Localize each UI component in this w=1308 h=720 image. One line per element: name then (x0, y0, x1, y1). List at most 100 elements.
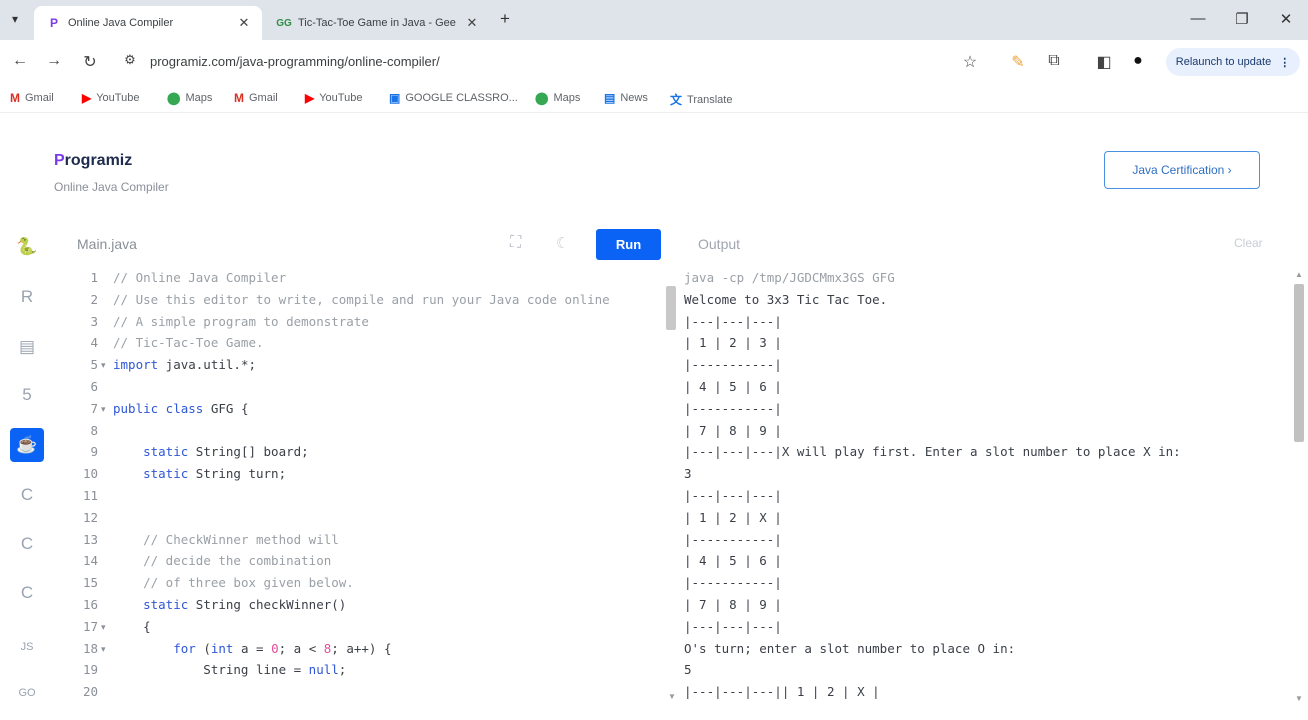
code-line[interactable]: // CheckWinner method will (113, 532, 339, 547)
browser-toolbar: ← → ↻ ⚙ programiz.com/java-programming/o… (0, 40, 1308, 84)
editor-scroll-down-icon[interactable]: ▼ (668, 692, 676, 701)
relaunch-label: Relaunch to update (1175, 56, 1272, 68)
relaunch-button[interactable]: Relaunch to update ⋮ (1166, 48, 1300, 76)
code-line[interactable]: // Use this editor to write, compile and… (113, 292, 610, 307)
html5-icon[interactable]: 5 (10, 378, 44, 412)
tab-strip: ▾ P Online Java Compiler ✕ GG Tic-Tac-To… (0, 0, 1308, 40)
output-scrollbar[interactable] (1294, 284, 1304, 442)
code-line[interactable]: String line = null; (113, 662, 346, 677)
output-line: java -cp /tmp/JGDCMmx3GS GFG (684, 270, 895, 285)
tab-tic-tac-toe[interactable]: GG Tic-Tac-Toe Game in Java - Gee ✕ (264, 6, 490, 40)
site-info-icon[interactable]: ⚙ (120, 52, 140, 68)
code-token: static (143, 444, 189, 460)
code-token: ; (338, 662, 347, 678)
code-line[interactable]: // of three box given below. (113, 575, 354, 590)
r-icon[interactable]: R (10, 280, 44, 314)
extensions-puzzle-icon[interactable]: ⧉ (1044, 52, 1064, 70)
close-window-icon[interactable]: ✕ (1276, 10, 1296, 28)
youtube-icon: ▶ (305, 91, 315, 105)
code-token: static (143, 597, 189, 612)
fold-toggle-icon[interactable]: ▾ (101, 404, 106, 415)
code-line[interactable]: { (113, 619, 151, 634)
code-line[interactable]: // Online Java Compiler (113, 270, 286, 285)
compiler-subtitle: Online Java Compiler (54, 180, 169, 194)
line-number: 7 (90, 400, 98, 416)
back-icon[interactable]: ← (10, 52, 30, 70)
output-scroll-up-icon[interactable]: ▲ (1295, 270, 1303, 279)
bookmark-classroom[interactable]: ▣ GOOGLE CLASSRO... (389, 91, 518, 105)
output-scroll-down-icon[interactable]: ▼ (1295, 694, 1303, 703)
bookmark-translate[interactable]: 文 Translate (670, 91, 732, 108)
bookmark-label: Translate (687, 93, 733, 106)
line-number: 9 (90, 444, 98, 460)
profile-avatar[interactable]: ● (1128, 52, 1148, 70)
code-line[interactable]: // decide the combination (113, 553, 331, 568)
news-icon: ▤ (604, 91, 616, 105)
javascript-icon[interactable]: JS (10, 630, 44, 664)
bookmark-maps[interactable]: ⬤ Maps (167, 91, 212, 105)
output-line: 3 (684, 466, 692, 482)
fold-toggle-icon[interactable]: ▾ (101, 644, 106, 655)
tab-online-java-compiler[interactable]: P Online Java Compiler ✕ (34, 6, 262, 40)
code-token: public class (113, 400, 204, 416)
close-tab-icon[interactable]: ✕ (464, 15, 480, 31)
bookmark-youtube[interactable]: ▶ YouTube (305, 91, 362, 105)
bookmark-news[interactable]: ▤ News (604, 91, 648, 105)
code-line[interactable]: static String turn; (113, 466, 286, 481)
line-number: 14 (82, 553, 98, 569)
code-line[interactable]: static String[] board; (113, 444, 309, 459)
code-line[interactable]: static String checkWinner() (113, 597, 346, 612)
bookmark-label: YouTube (319, 92, 363, 104)
python-icon[interactable]: 🐍 (10, 230, 44, 264)
cpp-icon[interactable]: C (10, 527, 44, 561)
code-token: // decide the combination (143, 553, 332, 569)
code-line[interactable]: import java.util.*; (113, 357, 256, 372)
fold-toggle-icon[interactable]: ▾ (101, 360, 106, 371)
line-number: 18 (82, 640, 98, 656)
bookmark-label: Maps (553, 92, 581, 104)
fullscreen-icon[interactable]: ⛶ (510, 234, 521, 252)
side-panel-icon[interactable]: ◧ (1094, 52, 1114, 72)
code-line[interactable]: public class GFG { (113, 401, 248, 416)
sql-icon[interactable]: ▤ (10, 330, 44, 364)
bookmark-youtube[interactable]: ▶ YouTube (82, 91, 139, 105)
c-icon[interactable]: C (10, 478, 44, 512)
close-tab-icon[interactable]: ✕ (236, 15, 252, 31)
java-icon[interactable]: ☕ (10, 428, 44, 462)
programiz-logo[interactable]: Programiz (54, 152, 132, 170)
code-token: String[] board; (188, 444, 309, 460)
theme-toggle-icon[interactable]: ☾ (556, 234, 569, 252)
youtube-icon: ▶ (82, 91, 92, 105)
code-line[interactable]: // Tic-Tac-Toe Game. (113, 335, 264, 350)
fold-toggle-icon[interactable]: ▾ (101, 622, 106, 633)
extension-key-icon[interactable]: ✎ (1008, 52, 1028, 72)
minimize-icon[interactable]: — (1188, 10, 1208, 27)
go-icon[interactable]: GO (10, 676, 44, 710)
output-line: |-----------| (684, 357, 782, 373)
editor-scrollbar[interactable] (666, 286, 676, 330)
code-line[interactable]: // A simple program to demonstrate (113, 314, 369, 329)
logo-text: rogramiz (64, 152, 133, 169)
bookmark-maps[interactable]: ⬤ Maps (535, 91, 580, 105)
java-certification-button[interactable]: Java Certification › (1104, 151, 1260, 189)
new-tab-icon[interactable]: + (500, 9, 510, 29)
address-bar[interactable]: programiz.com/java-programming/online-co… (150, 54, 440, 69)
reload-icon[interactable]: ↻ (80, 52, 100, 72)
output-line: | 7 | 8 | 9 | (684, 422, 782, 438)
bookmark-gmail[interactable]: M Gmail (234, 91, 278, 105)
restore-icon[interactable]: ❐ (1232, 10, 1252, 28)
file-tab-main-java[interactable]: Main.java (77, 236, 137, 252)
output-line: | 7 | 8 | 9 | (684, 597, 782, 612)
forward-icon[interactable]: → (44, 52, 64, 70)
run-button[interactable]: Run (596, 229, 661, 260)
code-line[interactable]: for (int a = 0; a < 8; a++) { (113, 641, 391, 656)
bookmark-gmail[interactable]: M Gmail (10, 91, 54, 105)
bookmark-label: Gmail (25, 92, 54, 104)
tab-search-icon[interactable]: ▾ (12, 12, 18, 26)
clear-button[interactable]: Clear (1234, 236, 1263, 250)
csharp-icon[interactable]: C (10, 576, 44, 610)
line-number: 6 (90, 379, 98, 394)
bookmark-star-icon[interactable]: ☆ (960, 52, 980, 72)
output-line: |---|---|---| (684, 313, 782, 329)
